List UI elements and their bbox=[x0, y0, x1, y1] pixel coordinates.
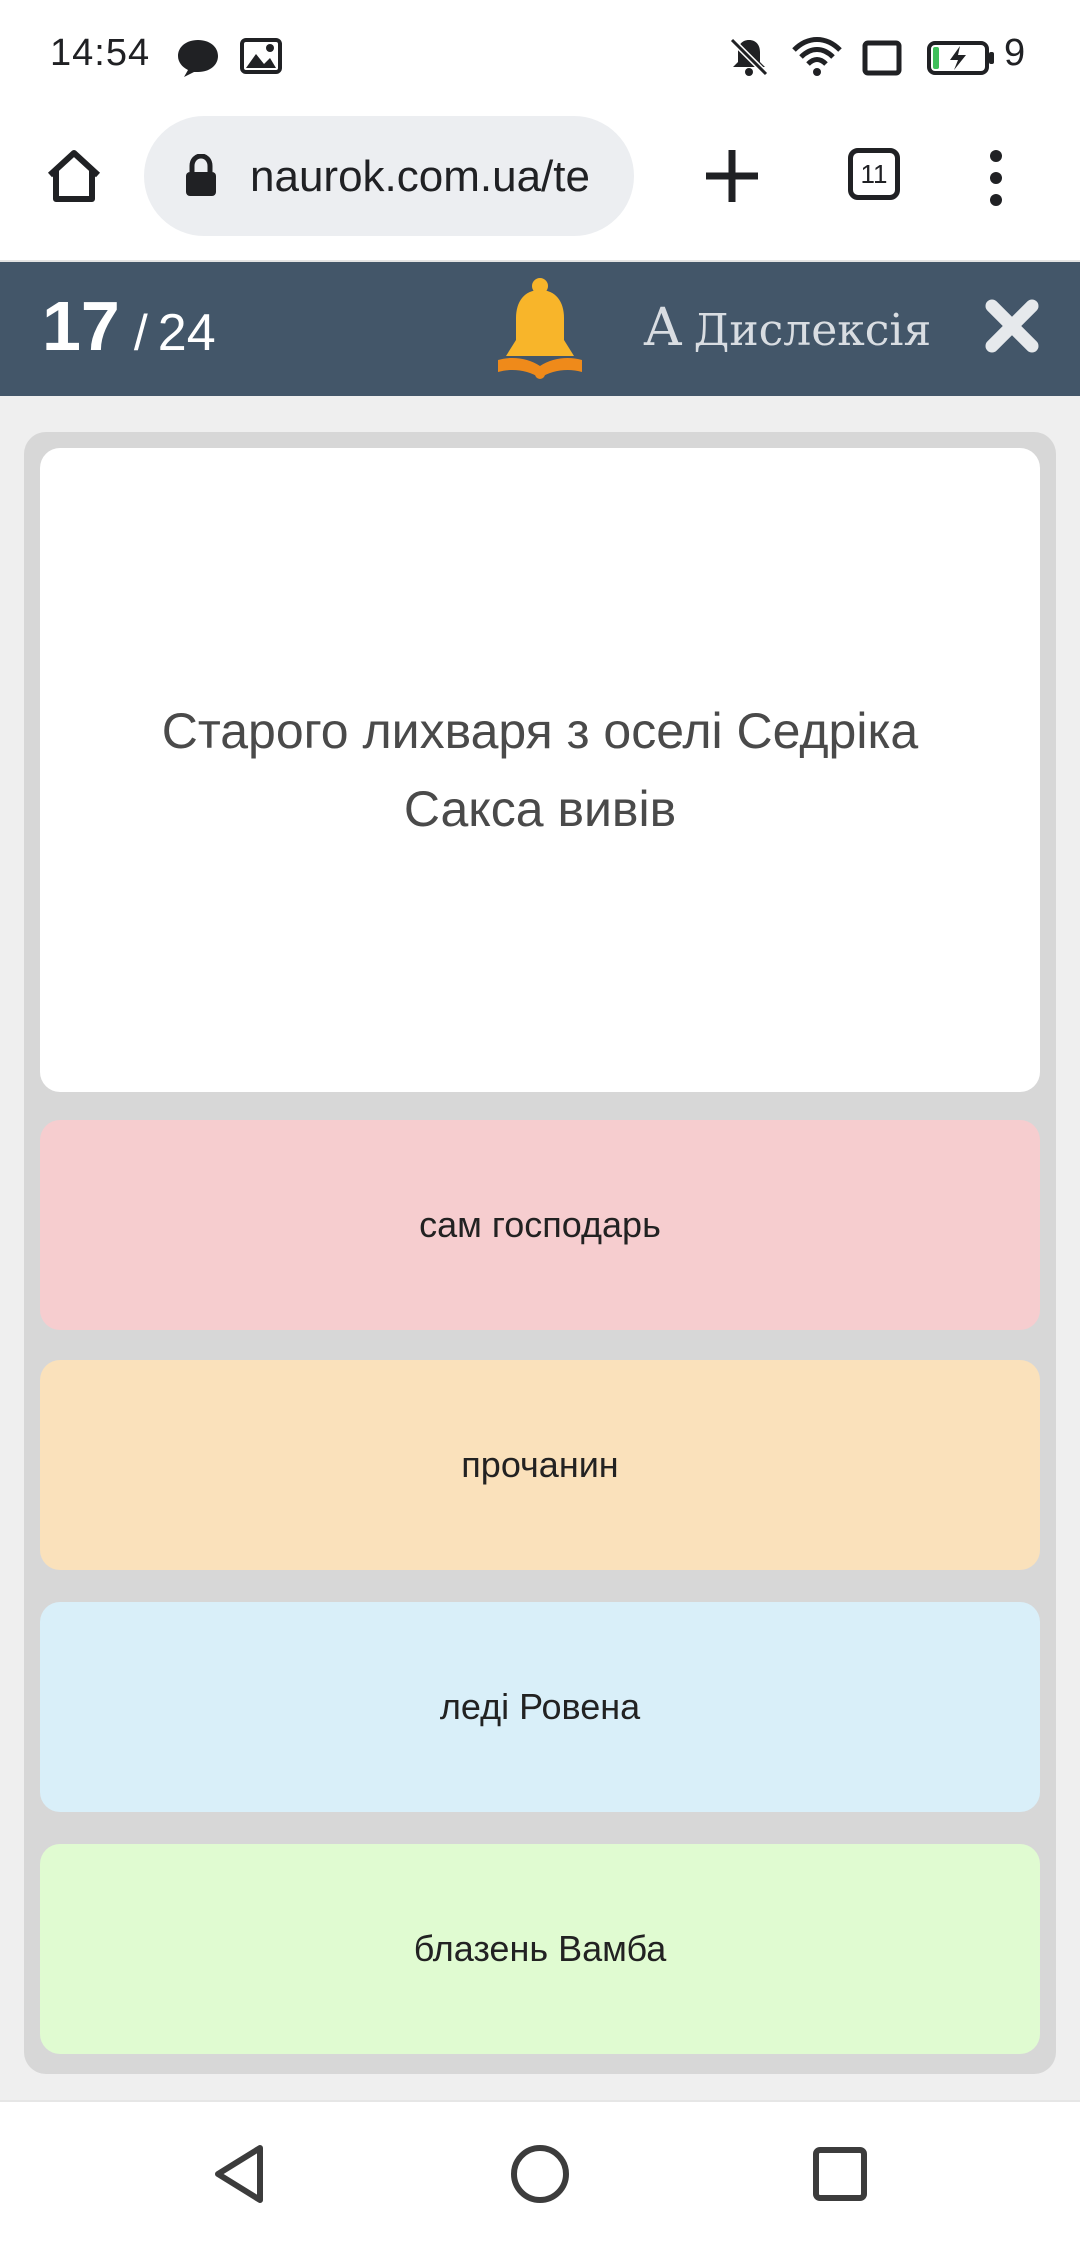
answer-label: леді Ровена bbox=[439, 1686, 641, 1727]
answer-label: блазень Вамба bbox=[413, 1928, 667, 1969]
home-button[interactable] bbox=[40, 142, 108, 210]
battery-icon bbox=[927, 41, 994, 75]
chat-icon bbox=[178, 40, 218, 77]
status-time: 14:54 bbox=[50, 32, 151, 74]
browser-toolbar: naurok.com.ua/te 11 bbox=[0, 112, 1080, 262]
answer-option-2[interactable]: прочанин bbox=[40, 1360, 1040, 1570]
tab-count: 11 bbox=[860, 158, 888, 189]
system-nav-bar bbox=[0, 2100, 1080, 2246]
mute-icon bbox=[729, 37, 769, 77]
cast-icon bbox=[862, 40, 902, 76]
image-icon bbox=[240, 38, 282, 74]
answer-option-4[interactable]: блазень Вамба bbox=[40, 1844, 1040, 2054]
question-card: Старого лихваря з оселі Седріка Сакса ви… bbox=[40, 448, 1040, 1092]
back-icon[interactable] bbox=[208, 2142, 272, 2206]
address-bar[interactable]: naurok.com.ua/te bbox=[144, 116, 634, 236]
home-icon bbox=[47, 150, 101, 202]
dyslexia-letter: A bbox=[644, 298, 682, 358]
lock-icon bbox=[186, 154, 216, 196]
bell-icon[interactable] bbox=[496, 276, 584, 382]
question-text: Старого лихваря з оселі Седріка Сакса ви… bbox=[161, 703, 919, 837]
current-question-number: 17 bbox=[42, 287, 120, 365]
quiz-main-area: Старого лихваря з оселі Седріка Сакса ви… bbox=[0, 396, 1080, 2100]
home-circle-icon[interactable] bbox=[508, 2142, 572, 2206]
dyslexia-toggle[interactable]: A Дислексія bbox=[644, 298, 931, 358]
menu-icon[interactable] bbox=[980, 148, 1012, 208]
close-icon[interactable] bbox=[984, 298, 1040, 354]
quiz-header: 17/24 A Дислексія bbox=[0, 262, 1080, 396]
recents-icon[interactable] bbox=[808, 2142, 872, 2206]
quiz-frame: Старого лихваря з оселі Седріка Сакса ви… bbox=[24, 432, 1056, 2074]
answer-option-3[interactable]: леді Ровена bbox=[40, 1602, 1040, 1812]
progress-separator: / bbox=[133, 305, 148, 361]
url-text: naurok.com.ua/te bbox=[250, 152, 590, 201]
new-tab-button[interactable] bbox=[700, 144, 764, 208]
answer-option-1[interactable]: сам господарь bbox=[40, 1120, 1040, 1330]
answer-label: сам господарь bbox=[419, 1204, 661, 1245]
total-questions: 24 bbox=[157, 304, 216, 362]
dyslexia-label: Дислексія bbox=[693, 305, 932, 356]
status-bar: 14:54 9 bbox=[0, 0, 1080, 112]
battery-level: 9 bbox=[1004, 32, 1026, 74]
wifi-icon bbox=[792, 37, 842, 76]
question-progress: 17/24 bbox=[42, 286, 216, 366]
tabs-button[interactable]: 11 bbox=[848, 148, 900, 200]
answer-label: прочанин bbox=[461, 1444, 619, 1485]
